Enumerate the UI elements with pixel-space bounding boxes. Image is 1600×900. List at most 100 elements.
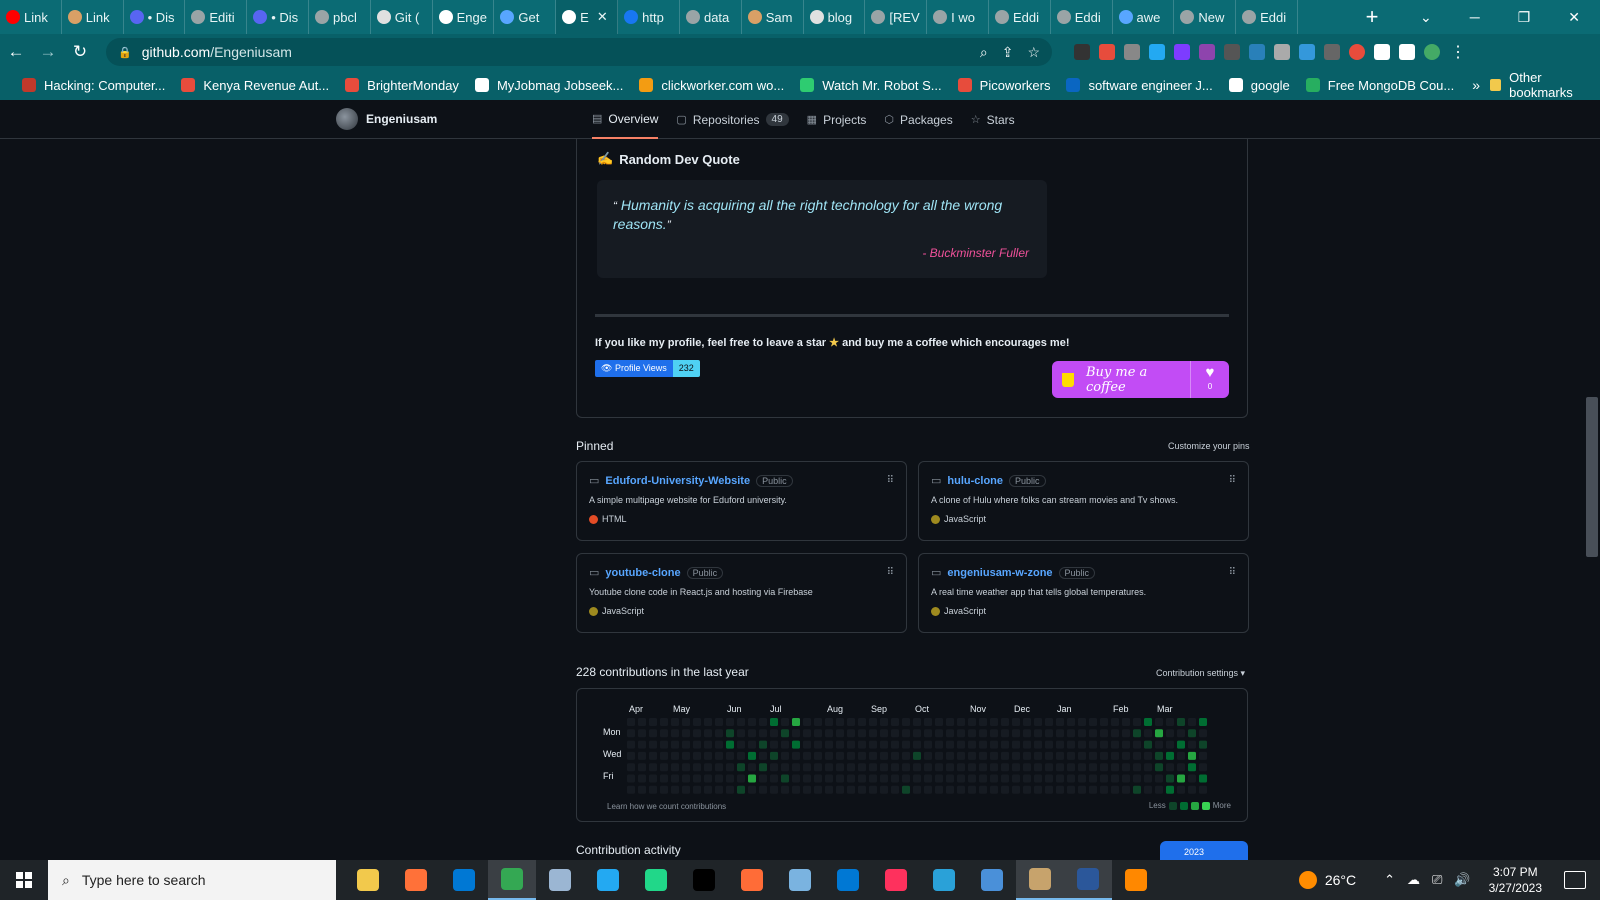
contribution-day-cell[interactable] (946, 785, 954, 794)
browser-tab[interactable]: Get (494, 0, 557, 34)
contribution-day-cell[interactable] (737, 740, 745, 749)
contribution-day-cell[interactable] (1078, 751, 1086, 760)
network-icon[interactable]: ⎚ (1432, 872, 1442, 888)
contribution-day-cell[interactable] (847, 751, 855, 760)
tab-stars[interactable]: ☆ Stars (971, 100, 1015, 139)
contribution-day-cell[interactable] (968, 751, 976, 760)
contribution-day-cell[interactable] (1089, 729, 1097, 738)
contribution-day-cell[interactable] (638, 718, 646, 726)
contribution-day-cell[interactable] (660, 751, 668, 760)
contribution-day-cell[interactable] (638, 763, 646, 772)
clock[interactable]: 3:07 PM 3/27/2023 (1489, 864, 1542, 896)
bookmark-item[interactable]: Kenya Revenue Aut... (173, 78, 337, 93)
contribution-day-cell[interactable] (792, 751, 800, 760)
contribution-day-cell[interactable] (1166, 763, 1174, 772)
contribution-settings-dropdown[interactable]: Contribution settings ▾ (1156, 668, 1245, 679)
extension-icon[interactable] (1074, 44, 1090, 60)
contribution-day-cell[interactable] (1166, 718, 1174, 726)
contribution-day-cell[interactable] (671, 751, 679, 760)
contribution-day-cell[interactable] (1089, 740, 1097, 749)
contribution-day-cell[interactable] (825, 740, 833, 749)
contribution-day-cell[interactable] (957, 774, 965, 783)
contribution-day-cell[interactable] (1155, 718, 1163, 726)
contribution-day-cell[interactable] (792, 785, 800, 794)
contribution-day-cell[interactable] (1012, 785, 1020, 794)
contribution-day-cell[interactable] (869, 751, 877, 760)
contribution-day-cell[interactable] (693, 740, 701, 749)
contribution-day-cell[interactable] (902, 740, 910, 749)
contribution-day-cell[interactable] (1078, 774, 1086, 783)
contribution-day-cell[interactable] (1045, 751, 1053, 760)
contribution-day-cell[interactable] (638, 774, 646, 783)
contribution-day-cell[interactable] (979, 763, 987, 772)
contribution-day-cell[interactable] (627, 740, 635, 749)
contribution-day-cell[interactable] (979, 729, 987, 738)
browser-tab[interactable]: Link (62, 0, 124, 34)
reload-button[interactable]: ↻ (64, 42, 96, 62)
contribution-day-cell[interactable] (891, 751, 899, 760)
profile-views-badge[interactable]: 👁 Profile Views 232 (595, 360, 700, 377)
contribution-day-cell[interactable] (726, 729, 734, 738)
contribution-day-cell[interactable] (858, 729, 866, 738)
contribution-day-cell[interactable] (924, 729, 932, 738)
bookmark-item[interactable]: Watch Mr. Robot S... (792, 78, 949, 93)
contribution-day-cell[interactable] (880, 718, 888, 726)
contribution-day-cell[interactable] (704, 785, 712, 794)
browser-tab[interactable]: Enge (433, 0, 495, 34)
contribution-day-cell[interactable] (913, 729, 921, 738)
contribution-day-cell[interactable] (1188, 729, 1196, 738)
contribution-day-cell[interactable] (1012, 751, 1020, 760)
bookmark-item[interactable]: Hacking: Computer... (14, 78, 173, 93)
contribution-day-cell[interactable] (1122, 729, 1130, 738)
drag-handle-icon[interactable]: ⠿ (887, 475, 894, 486)
extension-icon[interactable] (1349, 44, 1365, 60)
contribution-day-cell[interactable] (781, 785, 789, 794)
repo-name-link[interactable]: hulu-clone (947, 475, 1003, 487)
contribution-day-cell[interactable] (924, 718, 932, 726)
scrollbar-thumb[interactable] (1586, 397, 1598, 557)
contribution-day-cell[interactable] (1045, 729, 1053, 738)
contribution-day-cell[interactable] (935, 763, 943, 772)
bookmarks-overflow-icon[interactable]: » (1462, 77, 1490, 93)
contribution-day-cell[interactable] (770, 774, 778, 783)
contribution-day-cell[interactable] (924, 740, 932, 749)
chevron-up-icon[interactable]: ⌃ (1384, 872, 1395, 888)
contribution-day-cell[interactable] (1188, 785, 1196, 794)
contribution-day-cell[interactable] (891, 740, 899, 749)
contribution-day-cell[interactable] (682, 718, 690, 726)
contribution-day-cell[interactable] (704, 751, 712, 760)
contribution-day-cell[interactable] (946, 774, 954, 783)
contribution-day-cell[interactable] (1078, 740, 1086, 749)
taskbar-app-button[interactable] (632, 860, 680, 900)
contribution-day-cell[interactable] (627, 751, 635, 760)
taskbar-app-button[interactable] (440, 860, 488, 900)
zoom-icon[interactable]: ⌕ (980, 44, 988, 61)
volume-icon[interactable]: 🔊 (1454, 872, 1470, 888)
bookmark-item[interactable]: clickworker.com wo... (631, 78, 792, 93)
contribution-day-cell[interactable] (693, 774, 701, 783)
contribution-day-cell[interactable] (990, 785, 998, 794)
contribution-day-cell[interactable] (803, 774, 811, 783)
contribution-day-cell[interactable] (1188, 763, 1196, 772)
close-window-button[interactable]: ✕ (1568, 9, 1580, 26)
contribution-day-cell[interactable] (1144, 740, 1152, 749)
contribution-day-cell[interactable] (737, 718, 745, 726)
contribution-day-cell[interactable] (759, 751, 767, 760)
bookmark-item[interactable]: Picoworkers (950, 78, 1059, 93)
contribution-day-cell[interactable] (880, 774, 888, 783)
contribution-day-cell[interactable] (891, 729, 899, 738)
contribution-day-cell[interactable] (715, 785, 723, 794)
taskbar-app-button[interactable] (728, 860, 776, 900)
contribution-day-cell[interactable] (1045, 763, 1053, 772)
contribution-day-cell[interactable] (737, 729, 745, 738)
contribution-day-cell[interactable] (1133, 729, 1141, 738)
contribution-day-cell[interactable] (1089, 718, 1097, 726)
learn-contributions-link[interactable]: Learn how we count contributions (607, 802, 726, 811)
contribution-day-cell[interactable] (902, 751, 910, 760)
contribution-day-cell[interactable] (814, 729, 822, 738)
contribution-day-cell[interactable] (1034, 718, 1042, 726)
contribution-day-cell[interactable] (1045, 785, 1053, 794)
contribution-day-cell[interactable] (792, 718, 800, 726)
contribution-day-cell[interactable] (1056, 740, 1064, 749)
contribution-day-cell[interactable] (1023, 718, 1031, 726)
